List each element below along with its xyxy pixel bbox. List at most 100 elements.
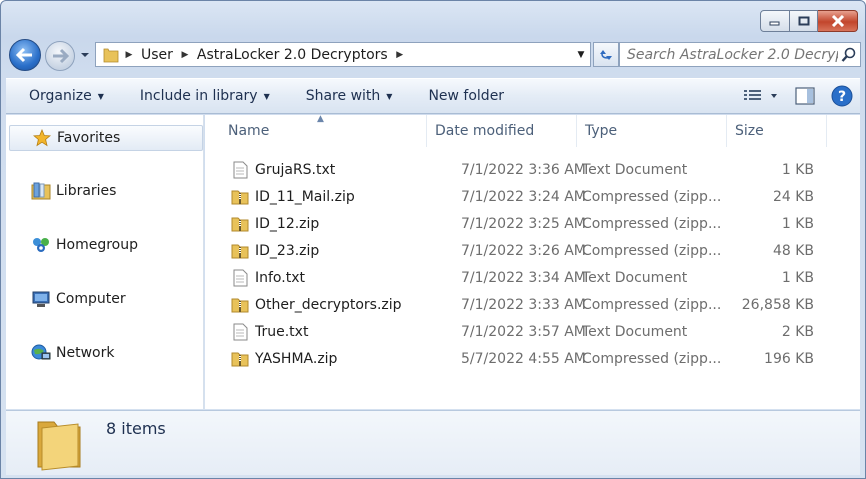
svg-text:?: ? [838,89,846,105]
file-date: 7/1/2022 3:36 AM [461,161,586,178]
help-icon: ? [831,85,853,107]
file-date: 7/1/2022 3:24 AM [461,188,586,205]
sidebar-item-label: Favorites [57,130,121,146]
change-view-button[interactable] [734,82,786,110]
refresh-button[interactable] [593,42,619,67]
sidebar-item-label: Libraries [56,183,117,199]
breadcrumb-separator[interactable]: ▶ [122,43,136,66]
navigation-pane: Favorites Libraries Homegroup Computer N [6,115,204,409]
include-in-library-button[interactable]: Include in library ▼ [129,78,281,114]
table-row[interactable]: True.txt 7/1/2022 3:57 AM Text Document … [205,318,860,345]
sidebar-item-favorites[interactable]: Favorites [9,125,203,151]
file-date: 7/1/2022 3:57 AM [461,323,586,340]
chevron-down-icon: ▼ [97,91,104,101]
share-with-label: Share with [305,88,381,104]
folder-icon [37,421,81,471]
sidebar-item-network[interactable]: Network [6,340,204,366]
file-name: ID_11_Mail.zip [255,188,355,205]
breadcrumb-separator[interactable]: ▶ [393,43,407,66]
table-row[interactable]: ID_23.zip 7/1/2022 3:26 AM Compressed (z… [205,237,860,264]
column-header-row: ▲ Name Date modified Type Size [205,115,860,147]
maximize-button[interactable] [790,10,818,32]
chevron-down-icon [81,53,89,57]
sidebar-item-libraries[interactable]: Libraries [6,178,204,204]
file-name: YASHMA.zip [255,350,338,367]
minimize-button[interactable] [760,10,790,32]
explorer-window: ▶ User ▶ AstraLocker 2.0 Decryptors ▶ ▼ … [0,0,866,479]
column-header-size[interactable]: Size [727,115,827,147]
address-dropdown[interactable]: ▼ [572,43,590,66]
help-button[interactable]: ? [824,82,860,110]
column-header-label: Type [585,123,618,139]
item-count: 8 items [106,419,166,438]
breadcrumb-separator[interactable]: ▶ [178,43,192,66]
file-name: True.txt [255,323,309,340]
computer-icon [30,289,52,309]
file-type: Text Document [582,269,688,286]
star-icon [31,128,53,148]
arrow-right-icon [53,48,69,64]
search-box[interactable] [619,42,861,67]
file-type: Compressed (zipp... [582,215,722,232]
file-size: 24 KB [772,188,814,205]
back-button[interactable] [9,39,41,71]
folder-icon [103,48,119,62]
file-type: Text Document [582,323,688,340]
file-date: 5/7/2022 4:55 AM [461,350,586,367]
sort-ascending-icon: ▲ [317,114,324,124]
text-file-icon [230,322,250,342]
close-button[interactable] [818,10,858,32]
sidebar-item-computer[interactable]: Computer [6,286,204,312]
new-folder-button[interactable]: New folder [417,78,515,114]
file-date: 7/1/2022 3:34 AM [461,269,586,286]
file-size: 196 KB [764,350,814,367]
address-bar[interactable]: ▶ User ▶ AstraLocker 2.0 Decryptors ▶ ▼ [95,42,591,67]
sidebar-item-label: Homegroup [56,237,139,253]
view-controls: ? [734,78,860,114]
column-header-label: Size [735,123,764,139]
network-icon [30,343,52,363]
zip-folder-icon [230,295,250,315]
file-type: Compressed (zipp... [582,296,722,313]
table-row[interactable]: YASHMA.zip 5/7/2022 4:55 AM Compressed (… [205,345,860,372]
table-row[interactable]: Info.txt 7/1/2022 3:34 AM Text Document … [205,264,860,291]
file-size: 48 KB [772,242,814,259]
details-view-icon [744,90,777,100]
navigation-row: ▶ User ▶ AstraLocker 2.0 Decryptors ▶ ▼ [9,39,861,71]
refresh-icon [600,49,612,60]
organize-button[interactable]: Organize ▼ [18,78,115,114]
table-row[interactable]: ID_12.zip 7/1/2022 3:25 AM Compressed (z… [205,210,860,237]
recent-pages-dropdown[interactable] [79,49,91,61]
arrow-left-icon [16,47,32,63]
share-with-button[interactable]: Share with ▼ [295,78,404,114]
text-file-icon [230,268,250,288]
search-input[interactable] [620,46,838,63]
file-size: 1 KB [781,161,814,178]
chevron-down-icon: ▼ [386,91,393,101]
file-date: 7/1/2022 3:26 AM [461,242,586,259]
details-pane: 8 items [6,410,860,475]
column-header-type[interactable]: Type [577,115,727,147]
table-row[interactable]: ID_11_Mail.zip 7/1/2022 3:24 AM Compress… [205,183,860,210]
breadcrumb-current-folder[interactable]: AstraLocker 2.0 Decryptors [192,47,393,63]
organize-label: Organize [29,88,92,104]
file-name: Other_decryptors.zip [255,296,402,313]
column-header-name[interactable]: ▲ Name [205,115,427,147]
text-file-icon [230,160,250,180]
file-type: Compressed (zipp... [582,350,722,367]
file-name: GrujaRS.txt [255,161,336,178]
table-row[interactable]: GrujaRS.txt 7/1/2022 3:36 AM Text Docume… [205,156,860,183]
sidebar-item-homegroup[interactable]: Homegroup [6,232,204,258]
column-header-label: Name [228,123,270,139]
search-icon[interactable] [838,43,860,66]
table-row[interactable]: Other_decryptors.zip 7/1/2022 3:33 AM Co… [205,291,860,318]
preview-pane-button[interactable] [786,82,824,110]
homegroup-icon [30,235,52,255]
include-in-library-label: Include in library [139,88,258,104]
breadcrumb-user[interactable]: User [136,47,178,63]
caption-buttons [760,10,858,32]
column-header-date-modified[interactable]: Date modified [427,115,577,147]
file-name: Info.txt [255,269,305,286]
file-size: 2 KB [781,323,814,340]
forward-button[interactable] [45,41,75,71]
